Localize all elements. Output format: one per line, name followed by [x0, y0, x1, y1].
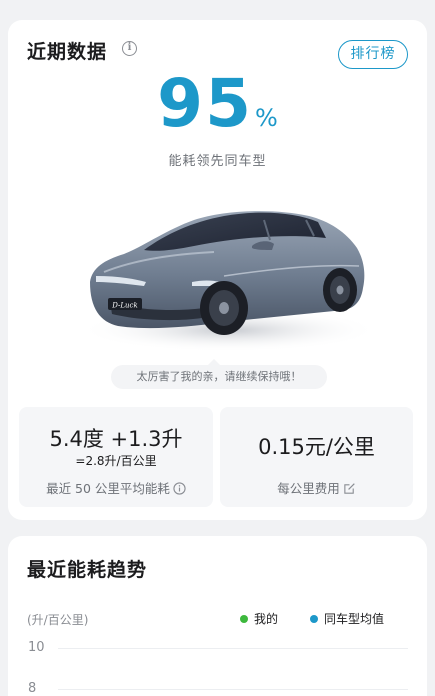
energy-label: 最近 50 公里平均能耗 — [46, 481, 170, 496]
cost-label: 每公里费用 — [277, 481, 340, 496]
efficiency-percent: 95% — [8, 65, 427, 142]
y-tick-8: 8 — [28, 681, 37, 696]
legend-average: 同车型均值 — [310, 610, 384, 627]
encouragement-bubble: 太厉害了我的亲，请继续保持哦！ — [111, 359, 327, 389]
efficiency-percent-unit: % — [255, 104, 278, 132]
energy-label-row: 最近 50 公里平均能耗 — [19, 478, 213, 497]
info-circle-icon[interactable] — [173, 482, 186, 495]
cost-label-row: 每公里费用 — [220, 478, 413, 497]
info-icon[interactable]: i — [122, 41, 137, 56]
edit-icon[interactable] — [343, 482, 356, 495]
cost-stat-box: 0.15元/公里 每公里费用 — [220, 407, 413, 507]
trend-unit-label: (升/百公里) — [27, 613, 89, 627]
gridline — [58, 689, 408, 690]
energy-total: 5.4度 +1.3升 — [49, 427, 183, 451]
trend-card: 最近能耗趋势 (升/百公里) 我的 同车型均值 10 8 — [8, 536, 427, 696]
efficiency-percent-value: 95 — [157, 65, 254, 142]
legend-average-dot — [310, 615, 318, 623]
energy-stat-box: 5.4度 +1.3升 =2.8升/百公里 最近 50 公里平均能耗 — [19, 407, 213, 507]
recent-data-title: 近期数据 — [27, 41, 108, 63]
gridline — [58, 648, 408, 649]
trend-title: 最近能耗趋势 — [27, 559, 148, 581]
car-image: D-Luck — [79, 211, 374, 352]
legend-average-label: 同车型均值 — [324, 612, 385, 626]
legend-mine-label: 我的 — [254, 612, 279, 626]
svg-text:D-Luck: D-Luck — [111, 302, 137, 310]
legend-mine-dot — [240, 615, 248, 623]
legend-mine: 我的 — [240, 610, 278, 627]
efficiency-caption: 能耗领先同车型 — [168, 154, 267, 169]
energy-equivalent: =2.8升/百公里 — [75, 454, 157, 468]
y-tick-10: 10 — [28, 640, 45, 655]
recent-data-card: 近期数据 i 排行榜 95% 能耗领先同车型 D-Luck 太厉害了我的亲，请继… — [8, 20, 427, 520]
cost-per-km: 0.15元/公里 — [258, 435, 375, 459]
